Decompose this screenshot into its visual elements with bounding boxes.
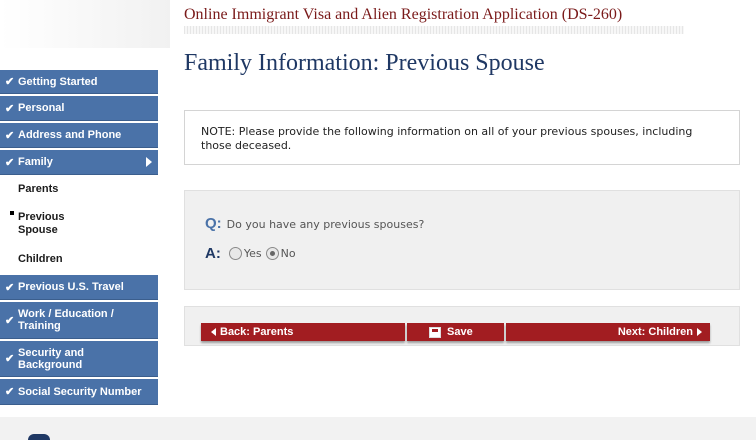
question-panel: Q: Do you have any previous spouses? A: … <box>184 190 740 290</box>
sidebar-item-label: Security and Background <box>18 346 85 371</box>
title-divider <box>184 26 684 34</box>
checkmark-icon: ✔ <box>5 314 15 327</box>
checkmark-icon: ✔ <box>5 281 15 294</box>
chevron-left-icon <box>211 328 216 336</box>
chevron-right-icon <box>697 328 702 336</box>
next-button[interactable]: Next: Children <box>506 323 710 341</box>
footer <box>0 417 756 440</box>
checkmark-icon: ✔ <box>5 129 15 142</box>
page-title: Family Information: Previous Spouse <box>184 50 545 76</box>
back-button[interactable]: Back: Parents <box>201 323 405 341</box>
answer-marker: A: <box>205 245 221 262</box>
sidebar-subitem-previous-spouse[interactable]: Previous Spouse <box>18 211 78 237</box>
chevron-right-icon <box>146 157 152 167</box>
checkmark-icon: ✔ <box>5 386 15 398</box>
sidebar-item-previous-us-travel[interactable]: ✔ Previous U.S. Travel <box>0 275 158 300</box>
question-text: Do you have any previous spouses? <box>226 218 425 231</box>
back-button-label: Back: Parents <box>220 326 294 338</box>
sidebar-item-getting-started[interactable]: ✔ Getting Started <box>0 70 158 94</box>
answer-row: A: Yes No <box>205 245 300 262</box>
radio-no[interactable] <box>265 247 279 260</box>
sidebar-item-social-security[interactable]: ✔ Social Security Number <box>0 379 158 405</box>
sidebar-item-label: Previous U.S. Travel <box>18 281 124 293</box>
header-fade <box>0 0 170 48</box>
sidebar-subitem-parents[interactable]: Parents <box>18 183 58 196</box>
sidebar-item-label: Social Security Number <box>18 385 142 398</box>
sidebar-item-security-background[interactable]: ✔ Security and Background <box>0 341 158 377</box>
question-marker: Q: <box>205 215 222 232</box>
save-button-label: Save <box>447 326 473 338</box>
seal-logo-icon <box>28 434 50 440</box>
sidebar-item-label: Personal <box>18 102 65 114</box>
note-box: NOTE: Please provide the following infor… <box>184 110 740 165</box>
sidebar-item-personal[interactable]: ✔ Personal <box>0 96 158 121</box>
checkmark-icon: ✔ <box>5 156 15 169</box>
checkmark-icon: ✔ <box>5 102 15 115</box>
question-row: Q: Do you have any previous spouses? <box>205 215 424 232</box>
radio-yes[interactable] <box>228 247 242 260</box>
next-button-label: Next: Children <box>617 326 693 338</box>
checkmark-icon: ✔ <box>5 76 15 88</box>
sidebar-item-label: Getting Started <box>18 75 98 88</box>
sidebar-item-label: Work / Education / Training <box>18 308 114 332</box>
sidebar-item-work-education[interactable]: ✔ Work / Education / Training <box>0 302 158 339</box>
sidebar-item-address-phone[interactable]: ✔ Address and Phone <box>0 123 158 148</box>
current-page-bullet-icon <box>10 211 14 215</box>
button-bar: Back: Parents Save Next: Children <box>184 306 740 346</box>
sidebar-item-family[interactable]: ✔ Family <box>0 150 158 175</box>
radio-yes-label[interactable]: Yes <box>244 247 262 260</box>
save-button[interactable]: Save <box>407 323 504 341</box>
radio-no-label[interactable]: No <box>281 247 296 260</box>
sidebar-item-label: Address and Phone <box>18 129 122 141</box>
app-title: Online Immigrant Visa and Alien Registra… <box>184 6 623 23</box>
checkmark-icon: ✔ <box>5 353 15 365</box>
sidebar-item-label: Family <box>18 156 53 168</box>
floppy-disk-icon <box>429 326 441 338</box>
sidebar-subitem-children[interactable]: Children <box>18 253 63 266</box>
